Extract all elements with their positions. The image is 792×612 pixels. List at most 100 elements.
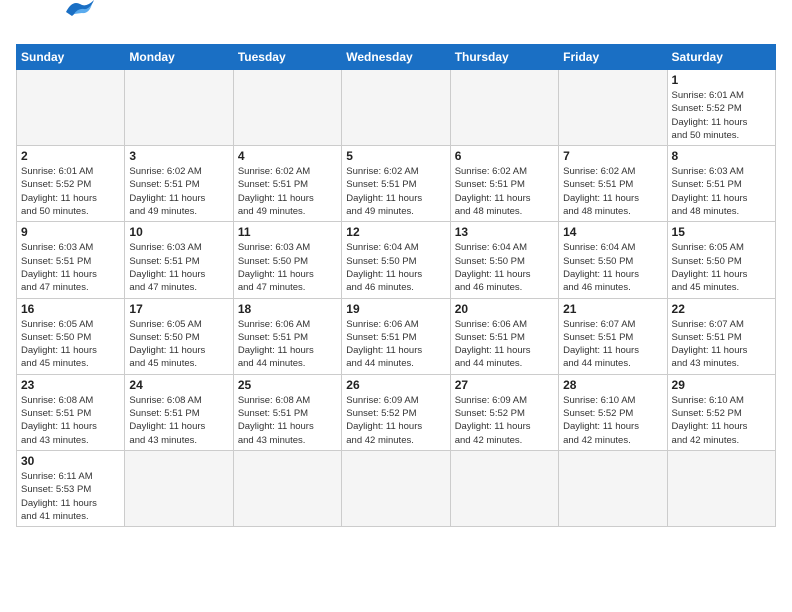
day-info: Sunrise: 6:01 AM Sunset: 5:52 PM Dayligh… xyxy=(672,89,771,142)
calendar-day-cell: 22Sunrise: 6:07 AM Sunset: 5:51 PM Dayli… xyxy=(667,298,775,374)
day-number: 16 xyxy=(21,302,120,316)
calendar-day-cell xyxy=(450,70,558,146)
calendar-day-cell: 23 Sunrise: 6:08 AM Sunset: 5:51 PM Dayli… xyxy=(17,374,125,450)
calendar-day-cell xyxy=(559,70,667,146)
calendar-day-cell xyxy=(125,450,233,526)
day-info: Sunrise: 6:08 AM Sunset: 5:51 PM Dayligh… xyxy=(129,394,228,447)
day-number: 6 xyxy=(455,149,554,163)
calendar-header-row: SundayMondayTuesdayWednesdayThursdayFrid… xyxy=(17,45,776,70)
day-number: 28 xyxy=(563,378,662,392)
day-number: 7 xyxy=(563,149,662,163)
calendar-table: SundayMondayTuesdayWednesdayThursdayFrid… xyxy=(16,44,776,527)
day-info: Sunrise: 6:08 AM Sunset: 5:51 PM Dayligh… xyxy=(21,394,120,447)
calendar-header-friday: Friday xyxy=(559,45,667,70)
calendar-header-saturday: Saturday xyxy=(667,45,775,70)
calendar-day-cell: 10 Sunrise: 6:03 AM Sunset: 5:51 PM Dayli… xyxy=(125,222,233,298)
calendar-header-tuesday: Tuesday xyxy=(233,45,341,70)
day-number: 1 xyxy=(672,73,771,87)
day-info: Sunrise: 6:03 AM Sunset: 5:50 PM Dayligh… xyxy=(238,241,337,294)
logo xyxy=(16,16,96,36)
day-info: Sunrise: 6:04 AM Sunset: 5:50 PM Dayligh… xyxy=(563,241,662,294)
calendar-week-row: 30 Sunrise: 6:11 AM Sunset: 5:53 PM Dayli… xyxy=(17,450,776,526)
day-number: 4 xyxy=(238,149,337,163)
calendar-header-thursday: Thursday xyxy=(450,45,558,70)
day-number: 24 xyxy=(129,378,228,392)
day-number: 27 xyxy=(455,378,554,392)
day-number: 26 xyxy=(346,378,445,392)
calendar-day-cell: 28Sunrise: 6:10 AM Sunset: 5:52 PM Dayli… xyxy=(559,374,667,450)
day-info: Sunrise: 6:02 AM Sunset: 5:51 PM Dayligh… xyxy=(238,165,337,218)
day-info: Sunrise: 6:03 AM Sunset: 5:51 PM Dayligh… xyxy=(129,241,228,294)
calendar-day-cell: 7 Sunrise: 6:02 AM Sunset: 5:51 PM Daylig… xyxy=(559,146,667,222)
logo-bird-icon xyxy=(64,0,96,18)
calendar-header-wednesday: Wednesday xyxy=(342,45,450,70)
calendar-day-cell: 6 Sunrise: 6:02 AM Sunset: 5:51 PM Daylig… xyxy=(450,146,558,222)
calendar-day-cell: 9 Sunrise: 6:03 AM Sunset: 5:51 PM Daylig… xyxy=(17,222,125,298)
day-info: Sunrise: 6:04 AM Sunset: 5:50 PM Dayligh… xyxy=(455,241,554,294)
day-info: Sunrise: 6:07 AM Sunset: 5:51 PM Dayligh… xyxy=(672,318,771,371)
calendar-day-cell: 13 Sunrise: 6:04 AM Sunset: 5:50 PM Dayli… xyxy=(450,222,558,298)
day-number: 25 xyxy=(238,378,337,392)
calendar-week-row: 1 Sunrise: 6:01 AM Sunset: 5:52 PM Daylig… xyxy=(17,70,776,146)
day-info: Sunrise: 6:11 AM Sunset: 5:53 PM Dayligh… xyxy=(21,470,120,523)
calendar-week-row: 9 Sunrise: 6:03 AM Sunset: 5:51 PM Daylig… xyxy=(17,222,776,298)
day-info: Sunrise: 6:05 AM Sunset: 5:50 PM Dayligh… xyxy=(129,318,228,371)
calendar-day-cell: 19 Sunrise: 6:06 AM Sunset: 5:51 PM Dayli… xyxy=(342,298,450,374)
calendar-week-row: 16 Sunrise: 6:05 AM Sunset: 5:50 PM Dayli… xyxy=(17,298,776,374)
calendar-day-cell: 27Sunrise: 6:09 AM Sunset: 5:52 PM Dayli… xyxy=(450,374,558,450)
day-number: 10 xyxy=(129,225,228,239)
calendar-day-cell: 12Sunrise: 6:04 AM Sunset: 5:50 PM Dayli… xyxy=(342,222,450,298)
day-number: 21 xyxy=(563,302,662,316)
calendar-day-cell xyxy=(125,70,233,146)
day-info: Sunrise: 6:04 AM Sunset: 5:50 PM Dayligh… xyxy=(346,241,445,294)
calendar-day-cell: 21 Sunrise: 6:07 AM Sunset: 5:51 PM Dayli… xyxy=(559,298,667,374)
calendar-day-cell: 17 Sunrise: 6:05 AM Sunset: 5:50 PM Dayli… xyxy=(125,298,233,374)
day-info: Sunrise: 6:03 AM Sunset: 5:51 PM Dayligh… xyxy=(21,241,120,294)
calendar-day-cell: 18 Sunrise: 6:06 AM Sunset: 5:51 PM Dayli… xyxy=(233,298,341,374)
day-number: 19 xyxy=(346,302,445,316)
day-number: 9 xyxy=(21,225,120,239)
calendar-week-row: 23 Sunrise: 6:08 AM Sunset: 5:51 PM Dayli… xyxy=(17,374,776,450)
day-number: 13 xyxy=(455,225,554,239)
calendar-day-cell: 16 Sunrise: 6:05 AM Sunset: 5:50 PM Dayli… xyxy=(17,298,125,374)
day-info: Sunrise: 6:10 AM Sunset: 5:52 PM Dayligh… xyxy=(672,394,771,447)
day-info: Sunrise: 6:02 AM Sunset: 5:51 PM Dayligh… xyxy=(346,165,445,218)
day-info: Sunrise: 6:02 AM Sunset: 5:51 PM Dayligh… xyxy=(563,165,662,218)
day-number: 17 xyxy=(129,302,228,316)
day-info: Sunrise: 6:01 AM Sunset: 5:52 PM Dayligh… xyxy=(21,165,120,218)
calendar-day-cell xyxy=(342,450,450,526)
day-number: 30 xyxy=(21,454,120,468)
calendar-day-cell xyxy=(342,70,450,146)
calendar-day-cell: 1 Sunrise: 6:01 AM Sunset: 5:52 PM Daylig… xyxy=(667,70,775,146)
day-info: Sunrise: 6:03 AM Sunset: 5:51 PM Dayligh… xyxy=(672,165,771,218)
day-info: Sunrise: 6:07 AM Sunset: 5:51 PM Dayligh… xyxy=(563,318,662,371)
day-number: 14 xyxy=(563,225,662,239)
day-info: Sunrise: 6:02 AM Sunset: 5:51 PM Dayligh… xyxy=(455,165,554,218)
calendar-day-cell: 29 Sunrise: 6:10 AM Sunset: 5:52 PM Dayli… xyxy=(667,374,775,450)
calendar-header-monday: Monday xyxy=(125,45,233,70)
calendar-day-cell: 8Sunrise: 6:03 AM Sunset: 5:51 PM Daylig… xyxy=(667,146,775,222)
day-number: 11 xyxy=(238,225,337,239)
calendar-day-cell: 25Sunrise: 6:08 AM Sunset: 5:51 PM Dayli… xyxy=(233,374,341,450)
day-number: 18 xyxy=(238,302,337,316)
calendar-day-cell: 14 Sunrise: 6:04 AM Sunset: 5:50 PM Dayli… xyxy=(559,222,667,298)
calendar-day-cell xyxy=(233,70,341,146)
page-header xyxy=(16,16,776,36)
calendar-day-cell: 20Sunrise: 6:06 AM Sunset: 5:51 PM Dayli… xyxy=(450,298,558,374)
calendar-day-cell: 11 Sunrise: 6:03 AM Sunset: 5:50 PM Dayli… xyxy=(233,222,341,298)
day-info: Sunrise: 6:06 AM Sunset: 5:51 PM Dayligh… xyxy=(455,318,554,371)
day-number: 29 xyxy=(672,378,771,392)
day-info: Sunrise: 6:05 AM Sunset: 5:50 PM Dayligh… xyxy=(672,241,771,294)
day-number: 2 xyxy=(21,149,120,163)
day-number: 5 xyxy=(346,149,445,163)
calendar-day-cell xyxy=(233,450,341,526)
calendar-day-cell xyxy=(667,450,775,526)
calendar-day-cell: 2 Sunrise: 6:01 AM Sunset: 5:52 PM Daylig… xyxy=(17,146,125,222)
day-number: 23 xyxy=(21,378,120,392)
calendar-day-cell xyxy=(559,450,667,526)
day-info: Sunrise: 6:06 AM Sunset: 5:51 PM Dayligh… xyxy=(238,318,337,371)
day-number: 15 xyxy=(672,225,771,239)
calendar-header-sunday: Sunday xyxy=(17,45,125,70)
day-info: Sunrise: 6:05 AM Sunset: 5:50 PM Dayligh… xyxy=(21,318,120,371)
day-info: Sunrise: 6:06 AM Sunset: 5:51 PM Dayligh… xyxy=(346,318,445,371)
